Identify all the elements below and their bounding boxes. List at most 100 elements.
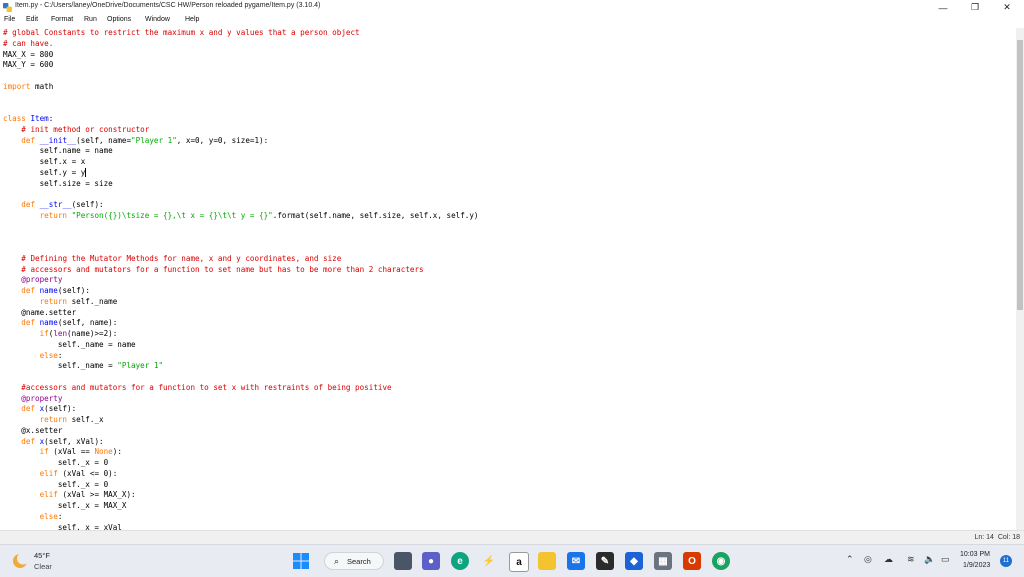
status-line: Ln: 14 [974, 534, 994, 541]
weather-description[interactable]: Clear [34, 562, 52, 571]
code-line[interactable]: def __str__(self): [3, 200, 479, 211]
calculator-icon[interactable]: ▦ [654, 552, 672, 570]
python-icon[interactable]: ⚡ [480, 552, 498, 570]
code-line[interactable]: # global Constants to restrict the maxim… [3, 28, 479, 39]
code-line[interactable]: elif (xVal <= 0): [3, 469, 479, 480]
code-line[interactable]: def name(self): [3, 286, 479, 297]
menu-format[interactable]: Format [51, 16, 73, 23]
office-icon[interactable]: O [683, 552, 701, 570]
code-token: len [53, 329, 68, 338]
code-line[interactable] [3, 232, 479, 243]
amazon-icon[interactable]: a [509, 552, 529, 572]
code-line[interactable]: self._x = 0 [3, 458, 479, 469]
code-line[interactable]: @property [3, 394, 479, 405]
code-line[interactable]: if(len(name)>=2): [3, 329, 479, 340]
code-token: (self, name): [57, 318, 118, 328]
code-line[interactable]: #accessors and mutators for a function t… [3, 383, 479, 394]
wifi-icon[interactable]: ≋ [907, 554, 915, 565]
code-line[interactable]: if (xVal == None): [3, 447, 479, 458]
idle-icon[interactable]: ✎ [596, 552, 614, 570]
minimize-button[interactable]: — [928, 0, 958, 15]
menu-run[interactable]: Run [84, 16, 97, 23]
weather-temperature[interactable]: 45°F [34, 551, 50, 560]
mail-icon[interactable]: ✉ [567, 552, 585, 570]
code-token: if [39, 447, 49, 457]
code-token: ): [112, 447, 122, 457]
code-line[interactable]: @name.setter [3, 308, 479, 319]
code-line[interactable]: return self._name [3, 297, 479, 308]
code-line[interactable]: return "Person({})\tsize = {},\t x = {}\… [3, 211, 479, 222]
code-token: (self): [44, 404, 77, 414]
code-line[interactable]: def name(self, name): [3, 318, 479, 329]
file-explorer-icon[interactable] [538, 552, 556, 570]
code-line[interactable]: def x(self): [3, 404, 479, 415]
volume-icon[interactable]: 🔈 [924, 554, 935, 565]
code-line[interactable]: # can have. [3, 39, 479, 50]
windows-start-icon[interactable] [292, 552, 310, 570]
code-line[interactable]: def x(self, xVal): [3, 437, 479, 448]
code-token: math [30, 81, 54, 91]
dropbox-icon[interactable]: ◆ [625, 552, 643, 570]
code-line[interactable]: @property [3, 275, 479, 286]
battery-icon[interactable]: ▭ [941, 554, 950, 565]
taskbar-search[interactable]: ⌕ Search [324, 552, 384, 570]
code-line[interactable]: # Defining the Mutator Methods for name,… [3, 254, 479, 265]
clock-date[interactable]: 1/9/2023 [963, 562, 990, 569]
code-line[interactable] [3, 93, 479, 104]
code-line[interactable] [3, 103, 479, 114]
code-line[interactable]: else: [3, 351, 479, 362]
code-line[interactable] [3, 222, 479, 233]
code-line[interactable]: class Item: [3, 114, 479, 125]
code-line[interactable]: elif (xVal >= MAX_X): [3, 490, 479, 501]
menu-window[interactable]: Window [145, 16, 170, 23]
code-line[interactable]: return self._x [3, 415, 479, 426]
teams-chat-icon[interactable]: ● [422, 552, 440, 570]
code-text[interactable]: # global Constants to restrict the maxim… [3, 28, 479, 530]
code-line[interactable]: self._x = MAX_X [3, 501, 479, 512]
code-line[interactable]: # init method or constructor [3, 125, 479, 136]
code-token: @property [3, 393, 63, 403]
tray-app-icon[interactable]: ◎ [864, 554, 872, 565]
code-token: return [39, 296, 68, 306]
code-line[interactable]: MAX_Y = 600 [3, 60, 479, 71]
code-line[interactable]: self.name = name [3, 146, 479, 157]
onedrive-icon[interactable]: ☁ [884, 554, 893, 565]
moon-icon[interactable] [12, 553, 28, 569]
code-editor[interactable]: # global Constants to restrict the maxim… [0, 28, 1016, 530]
code-line[interactable] [3, 189, 479, 200]
restore-button[interactable]: ❐ [960, 0, 990, 15]
code-line[interactable]: import math [3, 82, 479, 93]
menu-help[interactable]: Help [185, 16, 199, 23]
code-line[interactable] [3, 372, 479, 383]
code-line[interactable]: self._x = 0 [3, 480, 479, 491]
code-line[interactable]: self._name = "Player 1" [3, 361, 479, 372]
vertical-scrollbar[interactable] [1016, 28, 1024, 530]
close-button[interactable]: ✕ [992, 0, 1022, 15]
menu-file[interactable]: File [4, 16, 15, 23]
code-line[interactable]: self._x = xVal [3, 523, 479, 531]
edge-icon[interactable]: e [451, 552, 469, 570]
code-line[interactable]: self.x = x [3, 157, 479, 168]
code-line[interactable]: def __init__(self, name="Player 1", x=0,… [3, 136, 479, 147]
code-line[interactable]: else: [3, 512, 479, 523]
code-line[interactable]: self._name = name [3, 340, 479, 351]
code-line[interactable]: self.y = y [3, 168, 479, 179]
task-view-icon[interactable] [394, 552, 412, 570]
chevron-up-icon[interactable]: ⌃ [846, 554, 854, 565]
menu-options[interactable]: Options [107, 16, 131, 23]
scrollbar-thumb[interactable] [1017, 40, 1023, 310]
code-line[interactable]: # accessors and mutators for a function … [3, 265, 479, 276]
menu-edit[interactable]: Edit [26, 16, 38, 23]
code-line[interactable]: @x.setter [3, 426, 479, 437]
code-line[interactable] [3, 243, 479, 254]
code-line[interactable]: MAX_X = 800 [3, 50, 479, 61]
clock-time[interactable]: 10:03 PM [960, 551, 990, 558]
chrome-icon[interactable]: ◉ [712, 552, 730, 570]
notification-badge[interactable]: 11 [1000, 555, 1012, 567]
code-line[interactable] [3, 71, 479, 82]
code-line[interactable]: self.size = size [3, 179, 479, 190]
window-title-bar[interactable]: Item.py - C:/Users/laney/OneDrive/Docume… [0, 0, 1024, 15]
